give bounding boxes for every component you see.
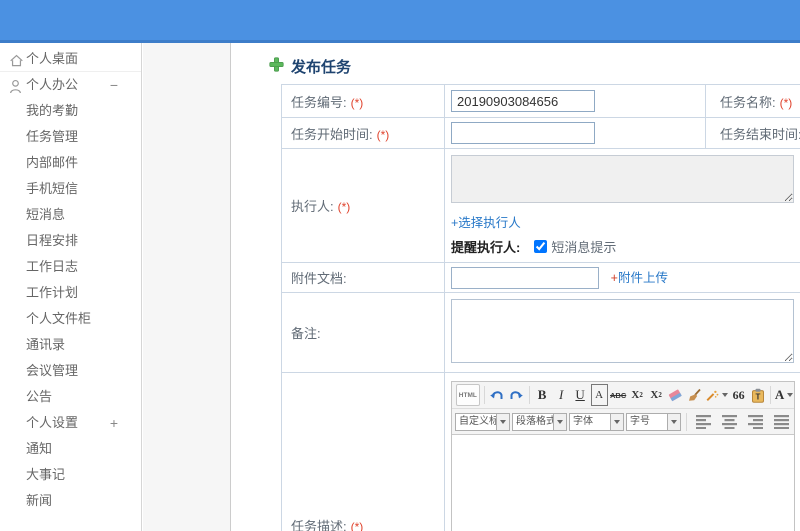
chevron-down-icon	[553, 413, 566, 430]
table-row: 执行人: (*) +选择执行人 提醒执行人: 短消息提示	[281, 148, 800, 263]
chevron-down-icon	[787, 393, 794, 397]
sidebar-item-news[interactable]: 新闻	[0, 488, 141, 514]
align-left-icon[interactable]	[696, 414, 713, 429]
sidebar-item-announcement[interactable]: 公告	[0, 384, 141, 410]
required-mark: (*)	[337, 200, 351, 214]
content-panel: 发布任务 任务编号:(*) 任务名称:(*) 任务开始时间:(*) 任务结束时间…	[230, 43, 800, 531]
top-bar-border	[0, 40, 800, 43]
remark-textarea[interactable]	[451, 299, 794, 363]
eraser-icon[interactable]	[667, 384, 684, 406]
remind-executor-label: 提醒执行人:	[451, 240, 521, 255]
sidebar-item-major-events[interactable]: 大事记	[0, 462, 141, 488]
sidebar: 个人桌面 个人办公 − 我的考勤 任务管理 内部邮件 手机短信 短消息 日程安排…	[0, 43, 142, 531]
required-mark: (*)	[779, 95, 793, 110]
required-mark: (*)	[350, 520, 364, 531]
italic-button[interactable]: I	[553, 384, 570, 406]
underline-button[interactable]: U	[572, 384, 589, 406]
custom-title-dropdown[interactable]: 自定义标题	[455, 412, 510, 431]
task-description-label: 任务描述:	[291, 519, 347, 531]
font-color-button[interactable]: A	[775, 384, 794, 406]
end-time-label: 任务结束时间:	[720, 126, 800, 142]
rich-text-editor: HTML B I U A ABC X2 X 2 66 T A 自定义标 段落格式…	[451, 381, 795, 531]
attachment-input[interactable]	[451, 266, 599, 289]
svg-text:T: T	[755, 392, 760, 401]
start-time-input[interactable]	[451, 122, 595, 144]
font-style-button[interactable]: A	[590, 384, 608, 406]
subscript-button[interactable]: X2	[648, 384, 665, 406]
sidebar-item-meeting[interactable]: 会议管理	[0, 358, 141, 384]
table-row: 任务开始时间:(*) 任务结束时间:(*)	[281, 117, 800, 149]
html-source-button[interactable]: HTML	[456, 384, 480, 406]
sidebar-item-notice[interactable]: 通知	[0, 436, 141, 462]
table-row: 任务编号:(*) 任务名称:(*)	[281, 84, 800, 118]
sidebar-item-personal-office[interactable]: 个人办公 −	[0, 72, 141, 98]
attachment-upload-link[interactable]: +附件上传	[611, 271, 668, 285]
font-size-dropdown[interactable]: 字号	[626, 412, 681, 431]
remark-label: 备注:	[291, 326, 321, 341]
task-name-label: 任务名称:	[720, 94, 776, 110]
select-executor-link[interactable]: +选择执行人	[451, 212, 521, 231]
magic-wand-icon[interactable]	[705, 384, 729, 406]
sidebar-item-contacts[interactable]: 通讯录	[0, 332, 141, 358]
blockquote-button[interactable]: 66	[730, 384, 747, 406]
paste-template-icon[interactable]: T	[749, 384, 766, 406]
align-right-icon[interactable]	[748, 414, 765, 429]
superscript-button[interactable]: X2	[629, 384, 646, 406]
sms-remind-label: 短消息提示	[551, 240, 617, 255]
sidebar-item-short-message[interactable]: 短消息	[0, 202, 141, 228]
font-family-dropdown[interactable]: 字体	[569, 412, 624, 431]
sidebar-item-file-cabinet[interactable]: 个人文件柜	[0, 306, 141, 332]
sidebar-item-work-plan[interactable]: 工作计划	[0, 280, 141, 306]
task-no-input[interactable]	[451, 90, 595, 112]
start-time-label: 任务开始时间:	[291, 126, 373, 142]
page-title: 发布任务	[269, 56, 351, 77]
format-brush-icon[interactable]	[686, 384, 703, 406]
chevron-down-icon	[610, 413, 623, 430]
editor-content-area[interactable]	[452, 435, 794, 531]
sidebar-item-personal-settings[interactable]: 个人设置 +	[0, 410, 141, 436]
add-icon	[269, 56, 284, 77]
attachment-label: 附件文档:	[291, 271, 347, 286]
sidebar-item-internal-mail[interactable]: 内部邮件	[0, 150, 141, 176]
sidebar-item-mobile-sms[interactable]: 手机短信	[0, 176, 141, 202]
chevron-down-icon	[667, 413, 680, 430]
editor-toolbar-row2: 自定义标题 段落格式 字体 字号	[452, 409, 794, 435]
task-no-label: 任务编号:	[291, 94, 347, 110]
required-mark: (*)	[376, 127, 390, 142]
required-mark: (*)	[350, 95, 364, 110]
redo-icon[interactable]	[508, 384, 525, 406]
collapse-icon[interactable]: −	[110, 72, 118, 98]
executor-textarea[interactable]	[451, 155, 794, 203]
paragraph-format-dropdown[interactable]: 段落格式	[512, 412, 567, 431]
undo-icon[interactable]	[489, 384, 506, 406]
sidebar-item-desktop[interactable]: 个人桌面	[0, 46, 141, 72]
table-row: 任务描述: (*) HTML B I U A ABC X 2 X 2 66 T …	[281, 372, 800, 531]
expand-icon[interactable]: +	[110, 410, 118, 436]
table-row: 备注:	[281, 292, 800, 373]
bold-button[interactable]: B	[534, 384, 551, 406]
align-justify-icon[interactable]	[774, 414, 791, 429]
editor-toolbar-row1: HTML B I U A ABC X2 X 2 66 T A	[452, 382, 794, 409]
executor-label: 执行人:	[291, 199, 334, 214]
sidebar-item-attendance[interactable]: 我的考勤	[0, 98, 141, 124]
chevron-down-icon	[722, 393, 729, 397]
chevron-down-icon	[496, 413, 509, 430]
strikethrough-button[interactable]: ABC	[610, 384, 627, 406]
align-center-icon[interactable]	[722, 414, 739, 429]
top-bar	[0, 0, 800, 40]
sms-remind-checkbox[interactable]	[534, 240, 548, 253]
publish-task-form: 任务编号:(*) 任务名称:(*) 任务开始时间:(*) 任务结束时间:(*) …	[281, 84, 800, 531]
sidebar-item-schedule[interactable]: 日程安排	[0, 228, 141, 254]
sidebar-item-task-management[interactable]: 任务管理	[0, 124, 141, 150]
table-row: 附件文档: +附件上传	[281, 262, 800, 293]
alignment-buttons	[696, 414, 791, 429]
sidebar-item-work-log[interactable]: 工作日志	[0, 254, 141, 280]
